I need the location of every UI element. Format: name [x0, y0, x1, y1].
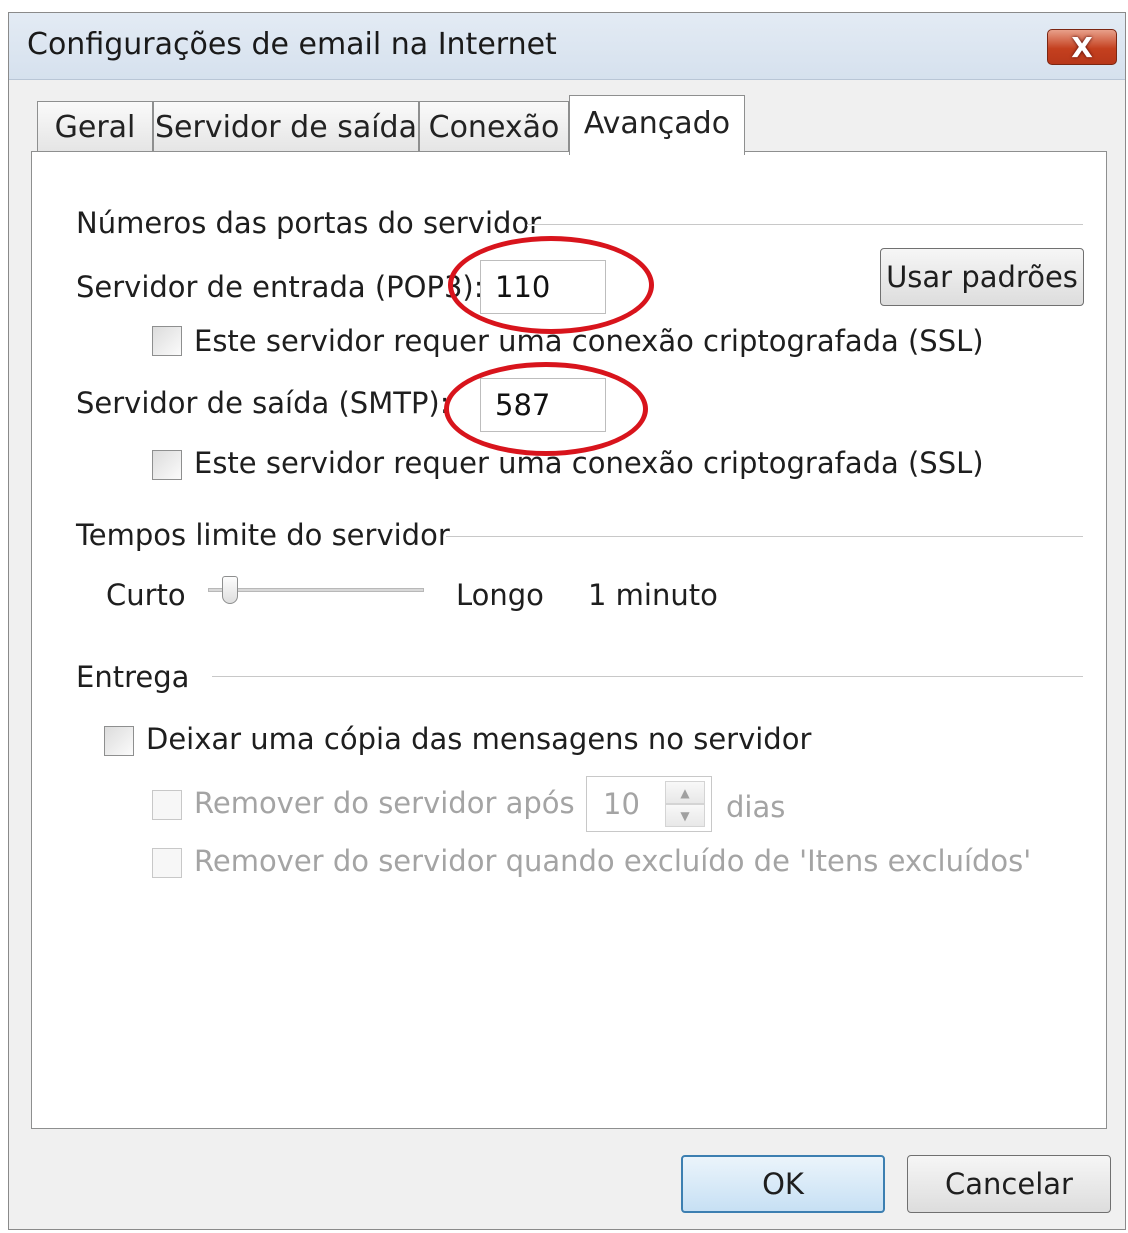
incoming-port-input[interactable]: 110	[480, 260, 606, 314]
incoming-ssl-label: Este servidor requer uma conexão criptog…	[194, 324, 984, 358]
timeout-long-label: Longo	[456, 578, 544, 612]
remove-after-label: Remover do servidor após	[194, 786, 575, 820]
window-title: Configurações de email na Internet	[27, 27, 557, 62]
tab-conexao[interactable]: Conexão	[419, 101, 569, 153]
tab-label: Avançado	[583, 106, 731, 141]
remove-deleted-label: Remover do servidor quando excluído de '…	[194, 844, 1032, 878]
tab-label: Geral	[54, 110, 136, 145]
timeout-value: 1 minuto	[588, 578, 718, 612]
timeouts-separator	[446, 536, 1083, 538]
timeout-slider-track[interactable]	[208, 588, 424, 592]
remove-after-days-spinner[interactable]: 10 ▲ ▼	[586, 776, 712, 832]
spin-up-icon[interactable]: ▲	[665, 781, 705, 804]
close-button[interactable]: X	[1047, 29, 1117, 65]
incoming-port-label: Servidor de entrada (POP3):	[76, 270, 484, 304]
spinner-buttons: ▲ ▼	[665, 781, 705, 827]
ok-button[interactable]: OK	[681, 1155, 885, 1213]
ports-heading: Números das portas do servidor	[76, 206, 542, 240]
timeouts-heading: Tempos limite do servidor	[76, 518, 450, 552]
tab-avancado[interactable]: Avançado	[569, 95, 745, 155]
close-icon: X	[1071, 30, 1093, 64]
outgoing-ssl-label: Este servidor requer uma conexão criptog…	[194, 446, 984, 480]
tab-servidor-de-saida[interactable]: Servidor de saída	[153, 101, 419, 153]
title-bar: Configurações de email na Internet X	[9, 13, 1125, 80]
leave-copy-checkbox[interactable]	[104, 726, 134, 756]
outgoing-port-input[interactable]: 587	[480, 378, 606, 432]
incoming-ssl-checkbox[interactable]	[152, 326, 182, 356]
advanced-tab-panel: Números das portas do servidor Servidor …	[31, 151, 1107, 1129]
remove-deleted-checkbox[interactable]	[152, 848, 182, 878]
remove-after-days-value: 10	[603, 787, 640, 821]
timeout-short-label: Curto	[106, 578, 186, 612]
delivery-separator	[212, 676, 1083, 678]
timeout-slider-thumb[interactable]	[222, 576, 238, 604]
days-label: dias	[726, 790, 786, 824]
remove-after-checkbox[interactable]	[152, 790, 182, 820]
outgoing-port-label: Servidor de saída (SMTP):	[76, 386, 450, 420]
outgoing-ssl-checkbox[interactable]	[152, 450, 182, 480]
email-settings-dialog: Configurações de email na Internet X Ger…	[8, 12, 1126, 1230]
tab-label: Servidor de saída	[154, 110, 417, 145]
use-defaults-button[interactable]: Usar padrões	[880, 248, 1084, 306]
tab-geral[interactable]: Geral	[37, 101, 153, 153]
leave-copy-label: Deixar uma cópia das mensagens no servid…	[146, 722, 812, 756]
cancel-button[interactable]: Cancelar	[907, 1155, 1111, 1213]
ports-separator	[527, 224, 1083, 226]
spin-down-icon[interactable]: ▼	[665, 804, 705, 827]
delivery-heading: Entrega	[76, 660, 190, 694]
tab-label: Conexão	[428, 110, 560, 145]
